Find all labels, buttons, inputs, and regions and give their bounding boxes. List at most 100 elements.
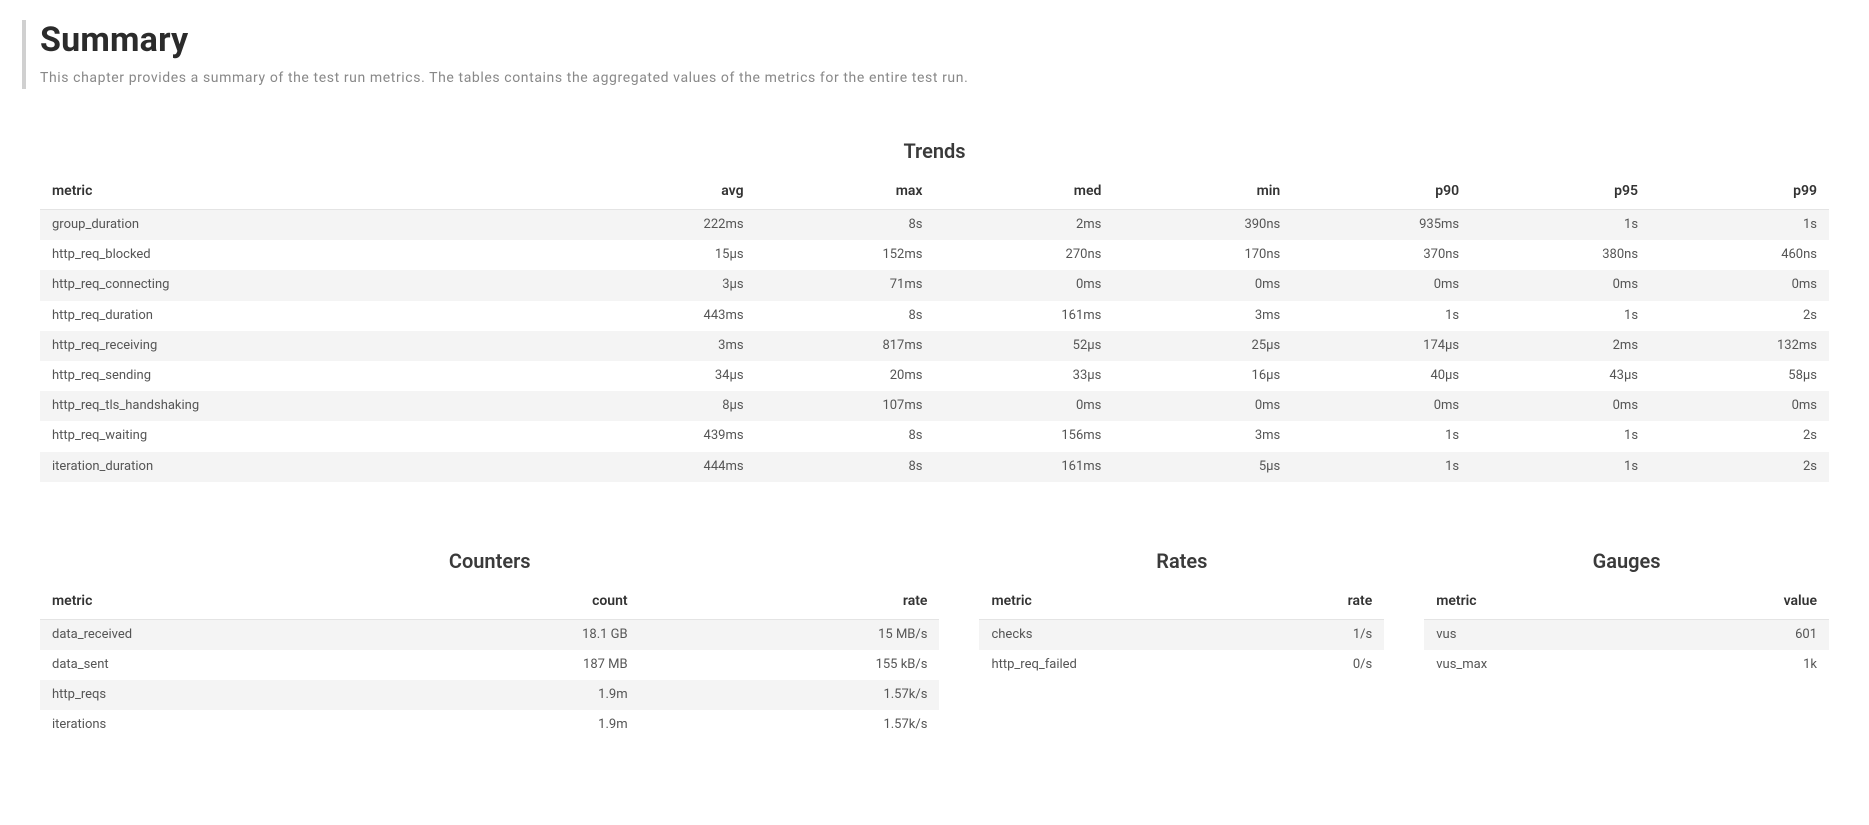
counters-heading: Counters xyxy=(40,549,939,573)
col-metric: metric xyxy=(1424,585,1626,620)
table-row: vus601 xyxy=(1424,619,1829,650)
cell-p95: 43µs xyxy=(1471,361,1650,391)
col-value: value xyxy=(1627,585,1829,620)
trends-header-row: metric avg max med min p90 p95 p99 xyxy=(40,175,1829,210)
cell-med: 0ms xyxy=(934,270,1113,300)
rates-section: Rates metric rate checks1/shttp_req_fail… xyxy=(979,537,1384,680)
cell-p90: 1s xyxy=(1292,301,1471,331)
cell-metric: http_reqs xyxy=(40,680,340,710)
col-metric: metric xyxy=(40,175,577,210)
cell-metric: http_req_waiting xyxy=(40,421,577,451)
cell-min: 3ms xyxy=(1113,301,1292,331)
cell-metric: vus_max xyxy=(1424,650,1626,680)
counters-header-row: metric count rate xyxy=(40,585,939,620)
cell-min: 25µs xyxy=(1113,331,1292,361)
page-subtitle: This chapter provides a summary of the t… xyxy=(40,68,1829,89)
cell-metric: vus xyxy=(1424,619,1626,650)
cell-med: 33µs xyxy=(934,361,1113,391)
gauges-heading: Gauges xyxy=(1424,549,1829,573)
cell-p90: 40µs xyxy=(1292,361,1471,391)
cell-med: 270ns xyxy=(934,240,1113,270)
cell-max: 8s xyxy=(756,421,935,451)
cell-p90: 1s xyxy=(1292,421,1471,451)
cell-p95: 1s xyxy=(1471,210,1650,241)
table-row: http_req_receiving3ms817ms52µs25µs174µs2… xyxy=(40,331,1829,361)
cell-metric: http_req_receiving xyxy=(40,331,577,361)
cell-max: 71ms xyxy=(756,270,935,300)
cell-metric: checks xyxy=(979,619,1181,650)
cell-avg: 8µs xyxy=(577,391,756,421)
cell-metric: http_req_tls_handshaking xyxy=(40,391,577,421)
cell-med: 156ms xyxy=(934,421,1113,451)
cell-p99: 2s xyxy=(1650,452,1829,482)
bottom-grid: Counters metric count rate data_received… xyxy=(40,537,1829,741)
cell-count: 1.9m xyxy=(340,680,640,710)
gauges-header-row: metric value xyxy=(1424,585,1829,620)
col-rate: rate xyxy=(640,585,940,620)
col-p90: p90 xyxy=(1292,175,1471,210)
cell-value: 1k xyxy=(1627,650,1829,680)
cell-avg: 15µs xyxy=(577,240,756,270)
table-row: http_req_blocked15µs152ms270ns170ns370ns… xyxy=(40,240,1829,270)
table-row: iteration_duration444ms8s161ms5µs1s1s2s xyxy=(40,452,1829,482)
cell-max: 8s xyxy=(756,210,935,241)
table-row: http_req_waiting439ms8s156ms3ms1s1s2s xyxy=(40,421,1829,451)
cell-avg: 444ms xyxy=(577,452,756,482)
col-max: max xyxy=(756,175,935,210)
cell-metric: group_duration xyxy=(40,210,577,241)
table-row: iterations1.9m1.57k/s xyxy=(40,710,939,740)
col-med: med xyxy=(934,175,1113,210)
table-row: http_req_sending34µs20ms33µs16µs40µs43µs… xyxy=(40,361,1829,391)
table-row: group_duration222ms8s2ms390ns935ms1s1s xyxy=(40,210,1829,241)
cell-metric: http_req_failed xyxy=(979,650,1181,680)
cell-p90: 935ms xyxy=(1292,210,1471,241)
cell-avg: 34µs xyxy=(577,361,756,391)
cell-max: 107ms xyxy=(756,391,935,421)
cell-metric: http_req_duration xyxy=(40,301,577,331)
table-row: data_received18.1 GB15 MB/s xyxy=(40,619,939,650)
cell-p95: 1s xyxy=(1471,452,1650,482)
cell-p90: 1s xyxy=(1292,452,1471,482)
cell-p95: 0ms xyxy=(1471,270,1650,300)
rates-header-row: metric rate xyxy=(979,585,1384,620)
cell-avg: 222ms xyxy=(577,210,756,241)
cell-p99: 2s xyxy=(1650,421,1829,451)
col-avg: avg xyxy=(577,175,756,210)
cell-rate: 0/s xyxy=(1182,650,1384,680)
cell-p95: 380ns xyxy=(1471,240,1650,270)
table-row: http_req_connecting3µs71ms0ms0ms0ms0ms0m… xyxy=(40,270,1829,300)
cell-metric: data_received xyxy=(40,619,340,650)
cell-p99: 0ms xyxy=(1650,270,1829,300)
cell-p99: 2s xyxy=(1650,301,1829,331)
cell-med: 2ms xyxy=(934,210,1113,241)
cell-min: 5µs xyxy=(1113,452,1292,482)
col-rate: rate xyxy=(1182,585,1384,620)
cell-max: 20ms xyxy=(756,361,935,391)
cell-metric: http_req_connecting xyxy=(40,270,577,300)
cell-p90: 0ms xyxy=(1292,270,1471,300)
cell-rate: 15 MB/s xyxy=(640,619,940,650)
table-row: checks1/s xyxy=(979,619,1384,650)
cell-metric: http_req_sending xyxy=(40,361,577,391)
gauges-section: Gauges metric value vus601vus_max1k xyxy=(1424,537,1829,680)
cell-metric: data_sent xyxy=(40,650,340,680)
counters-section: Counters metric count rate data_received… xyxy=(40,537,939,741)
header-block: Summary This chapter provides a summary … xyxy=(22,20,1829,89)
col-min: min xyxy=(1113,175,1292,210)
cell-metric: iterations xyxy=(40,710,340,740)
cell-rate: 1.57k/s xyxy=(640,680,940,710)
cell-p95: 2ms xyxy=(1471,331,1650,361)
trends-heading: Trends xyxy=(40,139,1829,163)
table-row: http_reqs1.9m1.57k/s xyxy=(40,680,939,710)
cell-value: 601 xyxy=(1627,619,1829,650)
cell-p95: 1s xyxy=(1471,421,1650,451)
cell-max: 8s xyxy=(756,452,935,482)
page-title: Summary xyxy=(40,20,1829,60)
col-metric: metric xyxy=(40,585,340,620)
col-p99: p99 xyxy=(1650,175,1829,210)
cell-min: 0ms xyxy=(1113,270,1292,300)
cell-min: 390ns xyxy=(1113,210,1292,241)
table-row: vus_max1k xyxy=(1424,650,1829,680)
cell-avg: 439ms xyxy=(577,421,756,451)
rates-table: metric rate checks1/shttp_req_failed0/s xyxy=(979,585,1384,680)
